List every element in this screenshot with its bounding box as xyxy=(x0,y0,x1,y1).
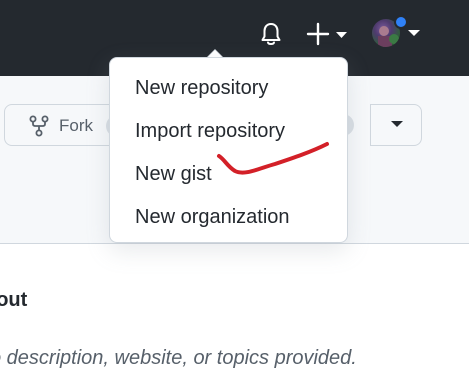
plus-icon xyxy=(306,22,347,46)
menu-item-new-gist[interactable]: New gist xyxy=(135,159,212,189)
menu-item-new-organization[interactable]: New organization xyxy=(135,202,290,232)
section-divider xyxy=(0,243,469,244)
fork-label: Fork xyxy=(59,116,93,135)
about-description: o description, website, or topics provid… xyxy=(0,347,357,369)
status-badge xyxy=(394,15,408,29)
user-menu-button[interactable] xyxy=(368,13,424,53)
star-list-dropdown-button[interactable] xyxy=(370,104,422,146)
hand-drawn-underline xyxy=(217,142,329,175)
create-new-button[interactable] xyxy=(305,20,351,48)
about-heading: bout xyxy=(0,289,28,311)
chevron-down-icon xyxy=(408,30,420,36)
repo-forked-icon xyxy=(29,115,49,137)
bell-icon xyxy=(261,23,281,45)
menu-item-new-repository[interactable]: New repository xyxy=(135,73,268,103)
triangle-down-icon xyxy=(391,121,403,127)
notifications-button[interactable] xyxy=(257,20,285,48)
menu-pointer-fill xyxy=(208,50,222,57)
